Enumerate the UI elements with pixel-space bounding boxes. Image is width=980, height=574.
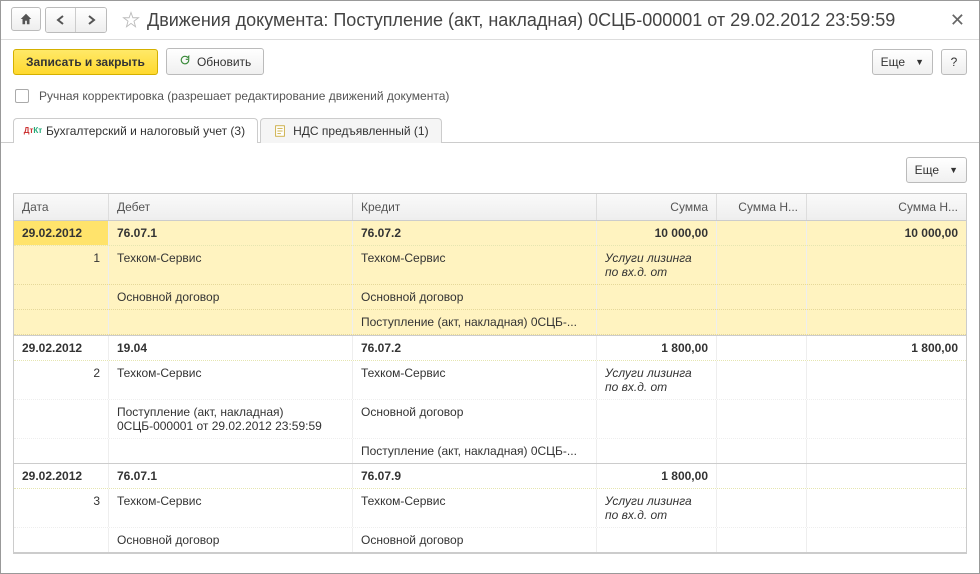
refresh-icon: [179, 54, 191, 69]
cell-debit-acc: 76.07.1: [109, 221, 353, 245]
manual-edit-row: Ручная корректировка (разрешает редактир…: [1, 83, 979, 117]
favorite-star-icon[interactable]: [121, 10, 141, 30]
col-sumn2[interactable]: Сумма Н...: [807, 194, 966, 220]
cell-sumn1: [717, 336, 807, 360]
cell-credit-line: Основной договор: [353, 400, 597, 438]
manual-edit-label: Ручная корректировка (разрешает редактир…: [39, 89, 449, 103]
cell-index: 2: [14, 361, 109, 399]
cell-credit-line: Техком-Сервис: [353, 489, 597, 527]
cell-debit-line: Техком-Сервис: [109, 361, 353, 399]
cell-sumn2: [807, 464, 966, 488]
table-entry[interactable]: 29.02.201276.07.176.07.91 800,003Техком-…: [14, 464, 966, 553]
chevron-down-icon: ▼: [949, 165, 958, 175]
cell-debit-line: Техком-Сервис: [109, 246, 353, 284]
document-icon: [273, 124, 287, 138]
tab-content: Еще ▼ Дата Дебет Кредит Сумма Сумма Н...…: [1, 143, 979, 562]
back-button[interactable]: [46, 8, 76, 32]
cell-debit-line: Техком-Сервис: [109, 489, 353, 527]
cell-date: 29.02.2012: [14, 221, 109, 245]
table-header: Дата Дебет Кредит Сумма Сумма Н... Сумма…: [14, 194, 966, 221]
cell-credit-acc: 76.07.2: [353, 221, 597, 245]
cell-credit-line: Техком-Сервис: [353, 246, 597, 284]
cell-credit-line: Поступление (акт, накладная) 0СЦБ-...: [353, 310, 597, 334]
cell-date: 29.02.2012: [14, 336, 109, 360]
tab-vat-label: НДС предъявленный (1): [293, 124, 428, 138]
cell-sumn1: [717, 221, 807, 245]
toolbar: Записать и закрыть Обновить Еще ▼ ?: [1, 40, 979, 83]
save-close-button[interactable]: Записать и закрыть: [13, 49, 158, 75]
cell-sum: 10 000,00: [597, 221, 717, 245]
tab-accounting-label: Бухгалтерский и налоговый учет (3): [46, 124, 245, 138]
manual-edit-checkbox[interactable]: [15, 89, 29, 103]
cell-date: 29.02.2012: [14, 464, 109, 488]
cell-index: [14, 285, 109, 309]
col-date[interactable]: Дата: [14, 194, 109, 220]
cell-debit-acc: 76.07.1: [109, 464, 353, 488]
content-more-button[interactable]: Еще ▼: [906, 157, 967, 183]
table-entry[interactable]: 29.02.201276.07.176.07.210 000,0010 000,…: [14, 221, 966, 336]
cell-note: Услуги лизинга по вх.д. от: [597, 246, 717, 284]
cell-index: [14, 439, 109, 463]
more-button[interactable]: Еще ▼: [872, 49, 933, 75]
col-debit[interactable]: Дебет: [109, 194, 353, 220]
col-credit[interactable]: Кредит: [353, 194, 597, 220]
cell-index: [14, 310, 109, 334]
cell-sumn2: 10 000,00: [807, 221, 966, 245]
entries-table: Дата Дебет Кредит Сумма Сумма Н... Сумма…: [13, 193, 967, 554]
cell-debit-line: Основной договор: [109, 528, 353, 552]
chevron-down-icon: ▼: [915, 57, 924, 67]
cell-index: [14, 528, 109, 552]
help-button[interactable]: ?: [941, 49, 967, 75]
col-sum[interactable]: Сумма: [597, 194, 717, 220]
tabs: ДтКт Бухгалтерский и налоговый учет (3) …: [1, 117, 979, 143]
cell-sum: 1 800,00: [597, 336, 717, 360]
cell-note: Услуги лизинга по вх.д. от: [597, 489, 717, 527]
cell-note: Услуги лизинга по вх.д. от: [597, 361, 717, 399]
cell-sumn1: [717, 464, 807, 488]
cell-debit-line: Поступление (акт, накладная) 0СЦБ-000001…: [109, 400, 353, 438]
cell-index: 1: [14, 246, 109, 284]
cell-debit-line: [109, 439, 353, 463]
refresh-label: Обновить: [197, 55, 251, 69]
forward-button[interactable]: [76, 8, 106, 32]
table-body: 29.02.201276.07.176.07.210 000,0010 000,…: [14, 221, 966, 553]
close-button[interactable]: ✕: [946, 10, 969, 31]
cell-credit-line: Основной договор: [353, 285, 597, 309]
cell-credit-line: Техком-Сервис: [353, 361, 597, 399]
window: Движения документа: Поступление (акт, на…: [0, 0, 980, 574]
table-entry[interactable]: 29.02.201219.0476.07.21 800,001 800,002Т…: [14, 336, 966, 464]
cell-debit-line: [109, 310, 353, 334]
col-sumn1[interactable]: Сумма Н...: [717, 194, 807, 220]
cell-sum: 1 800,00: [597, 464, 717, 488]
cell-credit-acc: 76.07.2: [353, 336, 597, 360]
cell-index: [14, 400, 109, 438]
tab-accounting[interactable]: ДтКт Бухгалтерский и налоговый учет (3): [13, 118, 258, 143]
cell-credit-line: Основной договор: [353, 528, 597, 552]
window-title: Движения документа: Поступление (акт, на…: [147, 10, 946, 31]
dtkt-icon: ДтКт: [26, 124, 40, 138]
cell-sumn2: 1 800,00: [807, 336, 966, 360]
refresh-button[interactable]: Обновить: [166, 48, 264, 75]
cell-credit-line: Поступление (акт, накладная) 0СЦБ-...: [353, 439, 597, 463]
cell-index: 3: [14, 489, 109, 527]
cell-debit-acc: 19.04: [109, 336, 353, 360]
nav-buttons: [11, 7, 107, 33]
cell-credit-acc: 76.07.9: [353, 464, 597, 488]
tab-vat[interactable]: НДС предъявленный (1): [260, 118, 441, 143]
home-button[interactable]: [11, 7, 41, 31]
cell-debit-line: Основной договор: [109, 285, 353, 309]
titlebar: Движения документа: Поступление (акт, на…: [1, 1, 979, 40]
